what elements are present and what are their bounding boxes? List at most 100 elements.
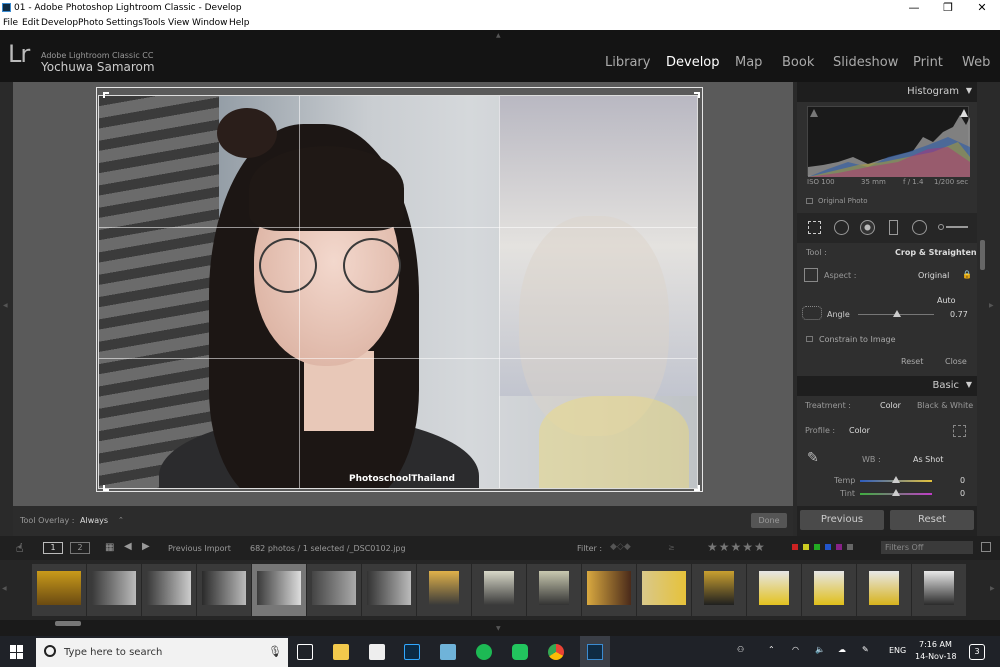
color-label-green[interactable]: [814, 544, 820, 550]
volume-icon[interactable]: 🔈: [815, 645, 825, 654]
filmstrip-thumb[interactable]: [527, 564, 581, 616]
menu-help[interactable]: Help: [229, 18, 250, 28]
auto-button[interactable]: Auto: [937, 296, 956, 305]
close-icon[interactable]: ✕: [968, 1, 996, 14]
lightroom-taskbar-active[interactable]: [580, 636, 610, 667]
profile-browser-icon[interactable]: [953, 425, 966, 437]
flag-filter-icons[interactable]: ◆◇◆: [610, 542, 631, 552]
aspect-select[interactable]: Original: [918, 271, 949, 280]
clock-time[interactable]: 7:16 AM: [919, 640, 952, 649]
previous-button[interactable]: Previous: [800, 510, 884, 530]
collapse-triangle-icon[interactable]: ▼: [966, 86, 972, 95]
temp-value[interactable]: 0: [960, 476, 965, 485]
clock-date[interactable]: 14-Nov-18: [915, 652, 957, 661]
filmstrip-thumb[interactable]: [802, 564, 856, 616]
wifi-icon[interactable]: ◠: [792, 645, 799, 654]
language-indicator[interactable]: ENG: [889, 646, 906, 655]
expand-left-panel-icon[interactable]: ◀: [3, 302, 8, 309]
crop-handle-top-right[interactable]: [694, 92, 700, 98]
photoshop-icon[interactable]: [404, 644, 420, 660]
filmstrip-thumb[interactable]: [857, 564, 911, 616]
color-label-red[interactable]: [792, 544, 798, 550]
angle-slider-thumb[interactable]: [893, 310, 901, 317]
grid-view-icon[interactable]: ▦: [105, 542, 114, 553]
treatment-bw[interactable]: Black & White: [917, 401, 973, 410]
constrain-checkbox[interactable]: [806, 336, 813, 342]
file-explorer-icon[interactable]: [333, 644, 349, 660]
filmstrip-thumb[interactable]: [32, 564, 86, 616]
people-icon[interactable]: ⚇: [737, 645, 744, 654]
basic-header[interactable]: Basic ▼: [797, 376, 977, 396]
rating-operator-icon[interactable]: ≥: [668, 543, 675, 552]
graduated-filter-icon[interactable]: [889, 220, 898, 235]
right-panel-scroll[interactable]: ▶: [977, 82, 1000, 536]
eyedropper-icon[interactable]: ✎: [807, 450, 827, 470]
filter-lock-icon[interactable]: [981, 542, 991, 552]
menu-photo[interactable]: Photo: [78, 18, 104, 28]
collapse-top-panel-icon[interactable]: ▲: [496, 32, 501, 39]
filmstrip-thumb[interactable]: [692, 564, 746, 616]
radial-filter-icon[interactable]: [912, 220, 927, 235]
crop-close-button[interactable]: Close: [945, 357, 967, 366]
filmstrip-thumb[interactable]: [87, 564, 141, 616]
task-view-icon[interactable]: [297, 644, 313, 660]
minimize-icon[interactable]: —: [900, 1, 928, 14]
menu-view[interactable]: View: [168, 18, 189, 28]
treatment-color[interactable]: Color: [880, 401, 901, 410]
filmstrip-thumb[interactable]: [307, 564, 361, 616]
color-label-purple[interactable]: [836, 544, 842, 550]
done-button[interactable]: Done: [751, 513, 787, 528]
chevron-updown-icon[interactable]: ⌃: [118, 516, 124, 524]
calculator-icon[interactable]: [369, 644, 385, 660]
menu-edit[interactable]: Edit: [22, 18, 39, 28]
notepad-icon[interactable]: [440, 644, 456, 660]
spotify-icon[interactable]: [476, 644, 492, 660]
hand-icon[interactable]: ☝: [16, 541, 23, 555]
crop-handle-bottom-left[interactable]: [103, 485, 109, 491]
color-label-blue[interactable]: [825, 544, 831, 550]
filmstrip-right-icon[interactable]: ▶: [990, 585, 995, 592]
module-map[interactable]: Map: [735, 55, 762, 70]
adjustment-brush-icon[interactable]: [938, 224, 968, 230]
filmstrip-thumb[interactable]: [582, 564, 636, 616]
profile-select[interactable]: Color: [849, 426, 870, 435]
filmstrip-thumb[interactable]: [142, 564, 196, 616]
onedrive-icon[interactable]: ☁: [838, 645, 846, 654]
chrome-icon[interactable]: [548, 644, 564, 660]
module-slideshow[interactable]: Slideshow: [833, 55, 898, 70]
filmstrip-thumb[interactable]: [637, 564, 691, 616]
crop-handle-bottom-right[interactable]: [694, 485, 700, 491]
menu-develop[interactable]: Develop: [41, 18, 78, 28]
color-label-none[interactable]: [847, 544, 853, 550]
photo-preview[interactable]: PhotoschoolThailand: [98, 95, 698, 489]
filmstrip-thumb-selected[interactable]: [252, 564, 306, 616]
forward-arrow-icon[interactable]: ▶: [142, 541, 150, 552]
filmstrip-left-icon[interactable]: ◀: [2, 585, 7, 592]
module-web[interactable]: Web: [962, 55, 990, 70]
red-eye-icon[interactable]: [860, 220, 875, 235]
panel-scrollbar-thumb[interactable]: [980, 240, 985, 270]
filmstrip-thumb[interactable]: [747, 564, 801, 616]
menu-settings[interactable]: Settings: [106, 18, 143, 28]
left-panel-collapsed[interactable]: ◀: [0, 82, 13, 536]
filmstrip-scroll-thumb[interactable]: [55, 621, 81, 626]
temp-slider-thumb[interactable]: [892, 476, 900, 483]
filmstrip-thumb[interactable]: [417, 564, 471, 616]
windows-start-icon[interactable]: [10, 645, 24, 659]
menu-file[interactable]: File: [3, 18, 18, 28]
crop-tool-icon[interactable]: [808, 221, 821, 234]
chevron-up-icon[interactable]: ⌃: [768, 645, 775, 654]
star-rating-filter[interactable]: ★★★★★: [707, 540, 766, 554]
filmstrip-scrollbar[interactable]: ▼: [0, 620, 1000, 636]
color-label-yellow[interactable]: [803, 544, 809, 550]
crop-reset-button[interactable]: Reset: [901, 357, 923, 366]
histogram-header[interactable]: Histogram ▼: [797, 82, 977, 102]
secondary-window-button[interactable]: 2: [70, 542, 90, 554]
taskbar-search[interactable]: Type here to search 🎙: [36, 638, 288, 667]
action-center-icon[interactable]: 3: [969, 644, 985, 660]
collapse-bottom-panel-icon[interactable]: ▼: [496, 625, 501, 632]
crop-handle-top-left[interactable]: [103, 92, 109, 98]
module-library[interactable]: Library: [605, 55, 650, 70]
filters-off-select[interactable]: Filters Off: [881, 541, 973, 554]
pen-icon[interactable]: ✎: [862, 645, 869, 654]
